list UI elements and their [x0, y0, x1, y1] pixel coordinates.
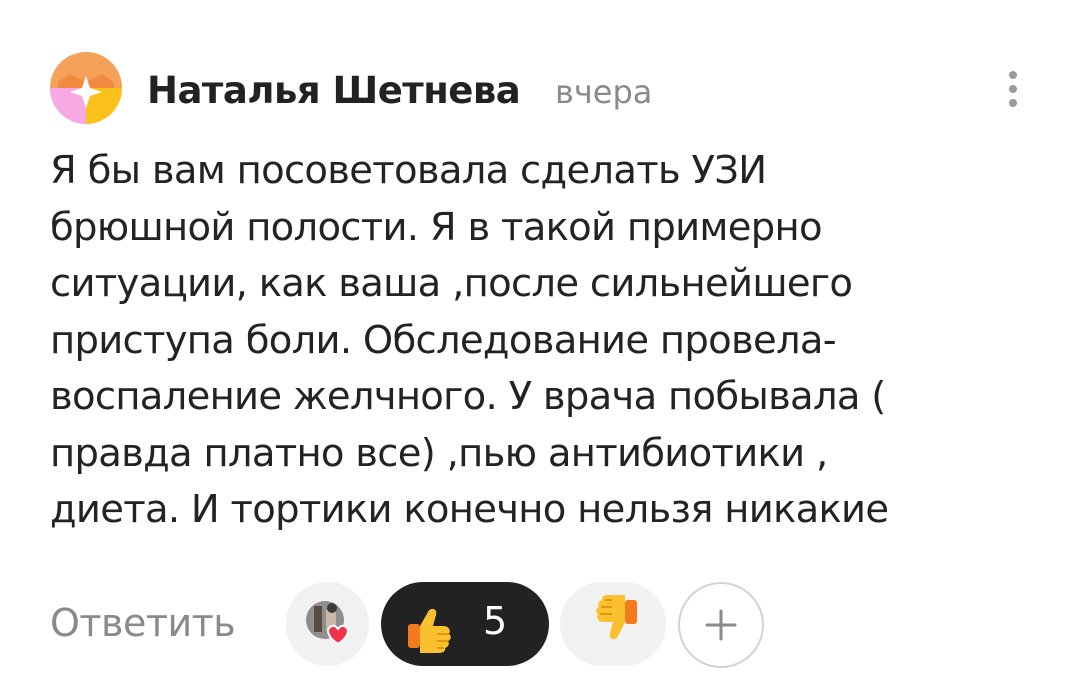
reply-button[interactable]: Ответить [50, 601, 236, 645]
comment-line: брюшной полости. Я в такой примерно [50, 204, 823, 250]
comment-text: Я бы вам посоветовала сделать УЗИ брюшно… [50, 143, 1050, 539]
comment-line: ситуации, как ваша ,после сильнейшего [50, 261, 853, 306]
thumbs-up-emoji-icon [408, 608, 451, 653]
comment-line: правда платно все) ,пью антибиотики , [50, 430, 828, 476]
like-button[interactable]: 5 [381, 582, 549, 666]
user-avatar[interactable] [50, 52, 122, 124]
reactions-summary-button[interactable] [286, 582, 369, 666]
comment-line: приступа боли. Обследование провела- [50, 317, 837, 363]
author-name[interactable]: Наталья Шетнева [147, 69, 521, 112]
add-reaction-button[interactable] [678, 582, 764, 668]
thumbs-down-emoji-icon [596, 595, 637, 640]
comment-line: диета. И тортики конечно нельзя никакие [50, 487, 889, 532]
like-count: 5 [483, 599, 508, 643]
comment-header: Наталья Шетнева вчера [50, 52, 1040, 128]
comment-line: воспаление желчного. У врача побывала ( [50, 374, 886, 419]
dislike-button[interactable] [560, 582, 666, 666]
comment-line: Я бы вам посоветовала сделать УЗИ [50, 148, 767, 193]
reactor-avatar-heart-icon [306, 601, 349, 646]
more-options-icon[interactable] [996, 67, 1030, 111]
comment-time: вчера [555, 73, 653, 111]
plus-icon [705, 609, 737, 641]
comment-actions: Ответить 5 [50, 582, 1050, 668]
